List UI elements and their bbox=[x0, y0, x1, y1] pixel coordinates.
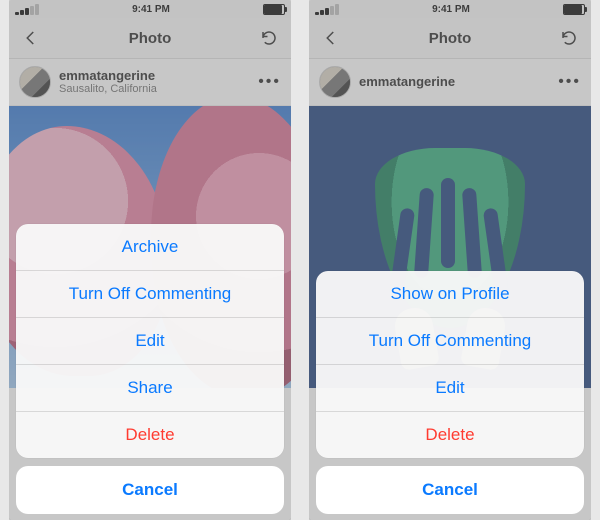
action-sheet-group: Archive Turn Off Commenting Edit Share D… bbox=[16, 224, 284, 458]
phone-left: 9:41 PM Photo emmatangerine Sausalito, C… bbox=[9, 0, 291, 520]
sheet-item-show-on-profile[interactable]: Show on Profile bbox=[316, 271, 584, 317]
sheet-item-turn-off-commenting[interactable]: Turn Off Commenting bbox=[16, 270, 284, 317]
sheet-item-delete[interactable]: Delete bbox=[316, 411, 584, 458]
sheet-cancel[interactable]: Cancel bbox=[16, 466, 284, 514]
sheet-item-turn-off-commenting[interactable]: Turn Off Commenting bbox=[316, 317, 584, 364]
action-sheet: Show on Profile Turn Off Commenting Edit… bbox=[316, 271, 584, 514]
sheet-item-edit[interactable]: Edit bbox=[316, 364, 584, 411]
phone-right: 9:41 PM Photo emmatangerine ••• bbox=[309, 0, 591, 520]
sheet-item-edit[interactable]: Edit bbox=[16, 317, 284, 364]
sheet-item-archive[interactable]: Archive bbox=[16, 224, 284, 270]
action-sheet-group: Show on Profile Turn Off Commenting Edit… bbox=[316, 271, 584, 458]
sheet-cancel[interactable]: Cancel bbox=[316, 466, 584, 514]
action-sheet: Archive Turn Off Commenting Edit Share D… bbox=[16, 224, 284, 514]
sheet-item-share[interactable]: Share bbox=[16, 364, 284, 411]
sheet-item-delete[interactable]: Delete bbox=[16, 411, 284, 458]
